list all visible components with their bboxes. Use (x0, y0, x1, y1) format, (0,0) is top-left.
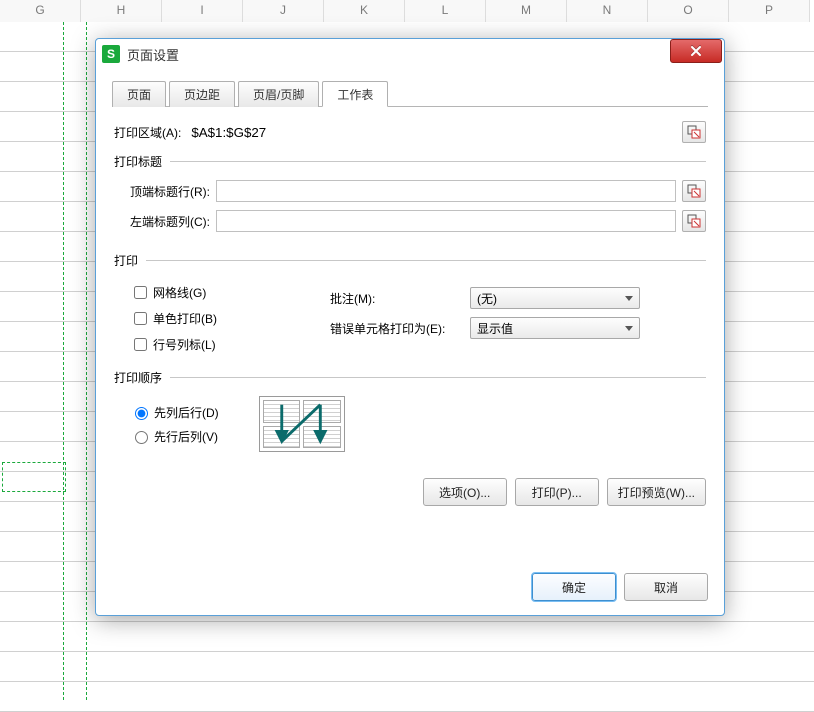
print-order-label: 打印顺序 (114, 369, 162, 386)
print-boundary-vertical (63, 22, 87, 700)
bw-checkbox[interactable] (134, 312, 147, 325)
gridlines-label: 网格线(G) (153, 284, 206, 301)
print-preview-button[interactable]: 打印预览(W)... (607, 478, 706, 506)
close-button[interactable] (670, 39, 722, 63)
options-button[interactable]: 选项(O)... (423, 478, 507, 506)
column-headers: GHIJKLMNOP (0, 0, 814, 22)
down-then-over-radio[interactable] (135, 407, 148, 420)
errors-value: 显示值 (477, 320, 513, 337)
comments-combo[interactable]: (无) (470, 287, 640, 309)
column-header[interactable]: I (162, 0, 243, 22)
over-then-down-radio[interactable] (135, 431, 148, 444)
range-select-icon (687, 184, 701, 198)
print-titles-group: 打印标题 顶端标题行(R): 左端标题列(C): (114, 153, 706, 242)
dialog-title: 页面设置 (127, 45, 179, 64)
tab-margins[interactable]: 页边距 (169, 81, 235, 107)
left-cols-label: 左端标题列(C): (130, 213, 210, 230)
print-area-field[interactable] (189, 121, 682, 143)
bw-label: 单色打印(B) (153, 310, 217, 327)
errors-combo[interactable]: 显示值 (470, 317, 640, 339)
range-select-icon (687, 125, 701, 139)
tab-header-footer[interactable]: 页眉/页脚 (238, 81, 319, 107)
grid-row (0, 622, 814, 652)
down-then-over-label: 先列后行(D) (154, 404, 219, 421)
chevron-down-icon (625, 326, 633, 331)
top-rows-field[interactable] (216, 180, 676, 202)
grid-row (0, 652, 814, 682)
column-header[interactable]: O (648, 0, 729, 22)
top-rows-label: 顶端标题行(R): (130, 183, 210, 200)
page-setup-dialog: S 页面设置 页面 页边距 页眉/页脚 工作表 打印区域(A): (95, 38, 725, 616)
rowcol-label: 行号列标(L) (153, 336, 216, 353)
cancel-button[interactable]: 取消 (624, 573, 708, 601)
titlebar: S 页面设置 (96, 39, 724, 69)
close-icon (690, 45, 702, 57)
range-select-icon (687, 214, 701, 228)
print-area-label: 打印区域(A): (114, 124, 181, 141)
print-options-group: 打印 网格线(G) 单色打印(B) 行号列标(L) 批注(M): (114, 252, 706, 359)
comments-value: (无) (477, 290, 497, 307)
print-titles-label: 打印标题 (114, 153, 162, 170)
top-rows-range-button[interactable] (682, 180, 706, 202)
column-header[interactable]: P (729, 0, 810, 22)
app-icon: S (102, 45, 120, 63)
ok-button[interactable]: 确定 (532, 573, 616, 601)
print-options-label: 打印 (114, 252, 138, 269)
print-order-illustration (259, 396, 345, 452)
column-header[interactable]: N (567, 0, 648, 22)
tab-page[interactable]: 页面 (112, 81, 166, 107)
print-boundary-horizontal (2, 462, 66, 492)
column-header[interactable]: K (324, 0, 405, 22)
column-header[interactable]: J (243, 0, 324, 22)
print-order-group: 打印顺序 先列后行(D) 先行后列(V) (114, 369, 706, 454)
tab-sheet[interactable]: 工作表 (322, 81, 388, 107)
chevron-down-icon (625, 296, 633, 301)
column-header[interactable]: G (0, 0, 81, 22)
tabs: 页面 页边距 页眉/页脚 工作表 (112, 79, 708, 107)
left-cols-range-button[interactable] (682, 210, 706, 232)
errors-label: 错误单元格打印为(E): (330, 320, 470, 337)
column-header[interactable]: M (486, 0, 567, 22)
rowcol-checkbox[interactable] (134, 338, 147, 351)
print-button[interactable]: 打印(P)... (515, 478, 599, 506)
comments-label: 批注(M): (330, 290, 470, 307)
gridlines-checkbox[interactable] (134, 286, 147, 299)
print-area-range-button[interactable] (682, 121, 706, 143)
left-cols-field[interactable] (216, 210, 676, 232)
over-then-down-label: 先行后列(V) (154, 428, 218, 445)
column-header[interactable]: L (405, 0, 486, 22)
column-header[interactable]: H (81, 0, 162, 22)
